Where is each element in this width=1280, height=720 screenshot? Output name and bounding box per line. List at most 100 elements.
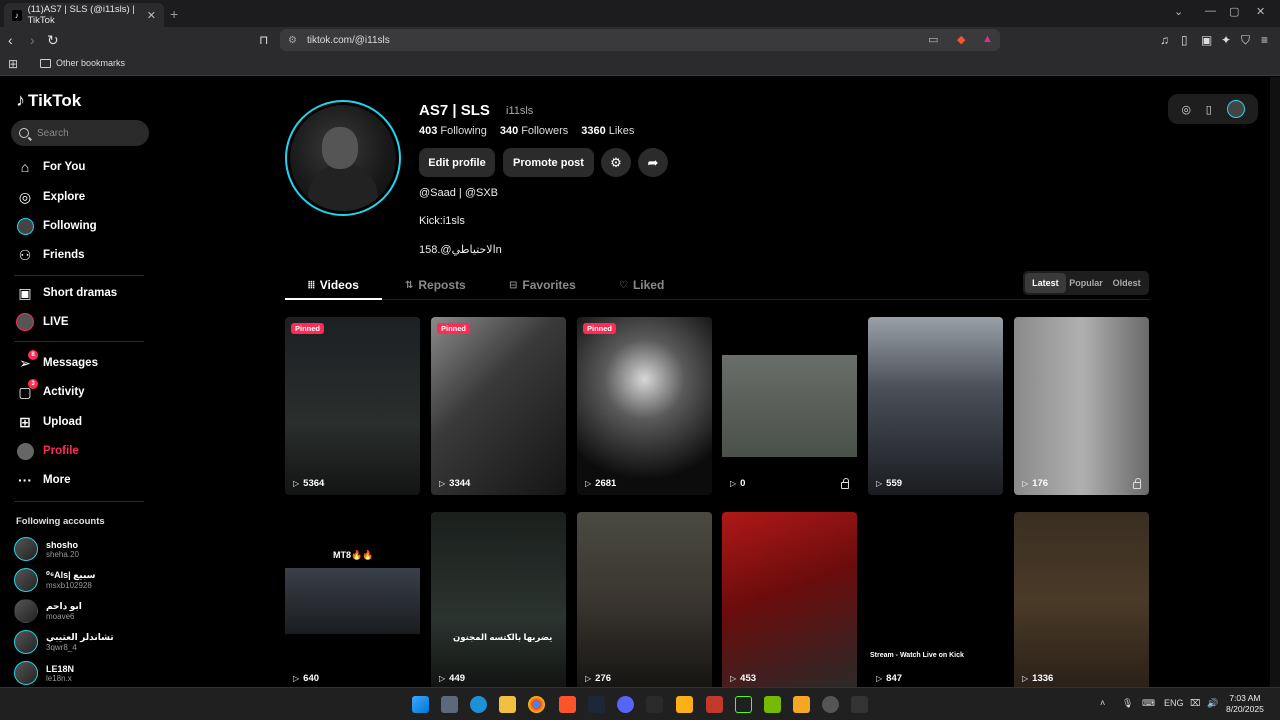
edit-profile-button[interactable]: Edit profile [419, 148, 495, 177]
video-card[interactable]: 276 [577, 512, 712, 690]
app-icon[interactable] [706, 696, 723, 713]
sidebar-item-more[interactable]: ··· More [16, 470, 70, 490]
video-card[interactable]: 453 [722, 512, 857, 690]
video-card[interactable]: Pinned 2681 [577, 317, 712, 495]
following-account[interactable]: shosho sheha.20 [14, 537, 79, 561]
browser-tab[interactable]: ♪ (11)AS7 | SLS (@i11sls) | TikTok ✕ [4, 3, 164, 27]
address-bar[interactable]: ⚙ tiktok.com/@i11sls ▭ ◆ ▲ [280, 29, 1000, 51]
tab-videos[interactable]: ⦙⦙⦙ Videos [308, 278, 359, 292]
new-tab-button[interactable]: + [170, 6, 178, 22]
language-indicator[interactable]: ENG [1164, 698, 1184, 708]
tab-close-icon[interactable]: ✕ [147, 9, 156, 22]
edge-icon[interactable] [470, 696, 487, 713]
sidebar-item-for-you[interactable]: ⌂ For You [16, 157, 86, 177]
leo-ai-icon[interactable]: ✦ [1221, 33, 1231, 47]
video-card[interactable]: 559 [868, 317, 1003, 495]
start-icon[interactable] [412, 696, 429, 713]
tab-reposts[interactable]: ⇅ Reposts [405, 278, 466, 292]
brave-icon[interactable] [559, 696, 576, 713]
steam-icon[interactable] [588, 696, 605, 713]
sidebar-item-label: Explore [43, 191, 86, 203]
sidebar-item-explore[interactable]: ◎ Explore [16, 187, 85, 207]
video-card[interactable]: Stream - Watch Live on Kick 847 [868, 512, 1003, 690]
app-icon[interactable] [851, 696, 868, 713]
reload-icon[interactable]: ↻ [47, 32, 59, 48]
settings-gear-icon[interactable]: ⚙ [601, 148, 631, 177]
followers-stat[interactable]: 340 Followers [500, 125, 568, 137]
media-icon[interactable]: ♫ [1160, 33, 1169, 47]
brave-rewards-icon[interactable]: ▲ [982, 33, 993, 45]
tab-liked[interactable]: ♡ Liked [619, 278, 664, 292]
microphone-icon[interactable]: 🎙 [1122, 698, 1133, 709]
following-account[interactable]: ⁰⁶Als| سبيع msxb102928 [14, 568, 95, 592]
apps-grid-icon[interactable]: ⊞ [8, 57, 18, 71]
profile-avatar[interactable] [285, 100, 401, 216]
forward-icon[interactable]: › [30, 32, 35, 48]
minimize-icon[interactable]: — [1205, 5, 1216, 17]
tiktok-logo[interactable]: ♪ TikTok [16, 90, 81, 111]
rockstar-icon[interactable] [676, 696, 693, 713]
following-stat[interactable]: 403 Following [419, 125, 487, 137]
sidebar-item-friends[interactable]: ⚇ Friends [16, 245, 85, 265]
video-card[interactable]: 176 [1014, 317, 1149, 495]
clock[interactable]: 7:03 AM 8/20/2025 [1226, 693, 1264, 715]
video-card[interactable]: 1336 [1014, 512, 1149, 690]
promote-post-button[interactable]: Promote post [503, 148, 594, 177]
epic-games-icon[interactable] [646, 696, 663, 713]
following-account[interactable]: تشاندلر العتيبي 3qwr8_4 [14, 630, 114, 654]
sidebar-item-live[interactable]: LIVE [16, 312, 69, 332]
sidebar-item-following[interactable]: Following [16, 216, 97, 236]
sidebar-item-profile[interactable]: Profile [16, 441, 79, 461]
maximize-icon[interactable]: ▢ [1229, 5, 1239, 18]
video-card[interactable]: Pinned 5364 [285, 317, 420, 495]
view-count: 640 [293, 673, 319, 684]
tab-search-icon[interactable]: ⌄ [1174, 5, 1183, 18]
messages-badge: 8 [28, 350, 38, 360]
share-icon[interactable]: ➦ [638, 148, 668, 177]
view-count: 276 [585, 673, 611, 684]
network-icon[interactable]: ⌧ [1190, 698, 1200, 709]
page-scrollbar[interactable] [1270, 77, 1280, 687]
brave-shields-icon[interactable]: ◆ [957, 33, 965, 46]
chrome-icon[interactable] [528, 696, 545, 713]
app-icon[interactable] [822, 696, 839, 713]
video-card[interactable]: Pinned 3344 [431, 317, 566, 495]
sidebar-item-messages[interactable]: ➢ 8 Messages [16, 350, 98, 373]
bookmark-icon[interactable]: ⊓ [259, 32, 268, 48]
site-info-icon[interactable]: ⚙ [288, 35, 297, 46]
menu-icon[interactable]: ≡ [1261, 33, 1268, 47]
sort-oldest-button[interactable]: Oldest [1106, 273, 1147, 293]
video-card[interactable]: 0 [722, 317, 857, 495]
search-input[interactable]: Search [11, 120, 149, 146]
file-explorer-icon[interactable] [499, 696, 516, 713]
volume-icon[interactable]: 🔊 [1207, 698, 1218, 709]
device-icon[interactable]: ▯ [1206, 103, 1212, 116]
keyboard-icon[interactable]: ⌨ [1142, 698, 1155, 709]
video-card[interactable]: يضربها بالكتسه المجنون 449 [431, 512, 566, 690]
back-icon[interactable]: ‹ [8, 32, 13, 48]
sidebar-toggle-icon[interactable]: ▯ [1181, 33, 1188, 47]
following-account[interactable]: LE18N le18n.x [14, 661, 74, 685]
tab-favorites[interactable]: ⊟ Favorites [509, 278, 576, 292]
widgets-icon[interactable] [441, 696, 458, 713]
discord-icon[interactable] [617, 696, 634, 713]
vpn-icon[interactable]: ⛉ [1241, 33, 1250, 48]
kick-icon[interactable] [735, 696, 752, 713]
sidebar-item-activity[interactable]: ▢ 3 Activity [16, 379, 85, 402]
tray-chevron-icon[interactable]: ˄ [1100, 698, 1105, 708]
sort-latest-button[interactable]: Latest [1025, 273, 1066, 293]
video-card[interactable]: MT8🔥🔥 640 [285, 512, 420, 690]
coins-icon[interactable]: ◎ [1181, 103, 1191, 116]
following-account[interactable]: ابو داحم moave6 [14, 599, 82, 623]
sidebar-item-short-dramas[interactable]: ▣ Short dramas [16, 283, 117, 303]
account-avatar[interactable] [1226, 100, 1245, 118]
wallet-icon[interactable]: ▣ [1201, 33, 1212, 47]
sidebar-item-upload[interactable]: ⊞ Upload [16, 412, 82, 432]
window-close-icon[interactable]: ✕ [1256, 5, 1265, 18]
nvidia-icon[interactable] [764, 696, 781, 713]
search-icon [19, 128, 29, 138]
cast-icon[interactable]: ▭ [928, 33, 938, 46]
sort-popular-button[interactable]: Popular [1066, 273, 1107, 293]
other-bookmarks-folder[interactable]: Other bookmarks [40, 58, 125, 68]
app-icon[interactable] [793, 696, 810, 713]
